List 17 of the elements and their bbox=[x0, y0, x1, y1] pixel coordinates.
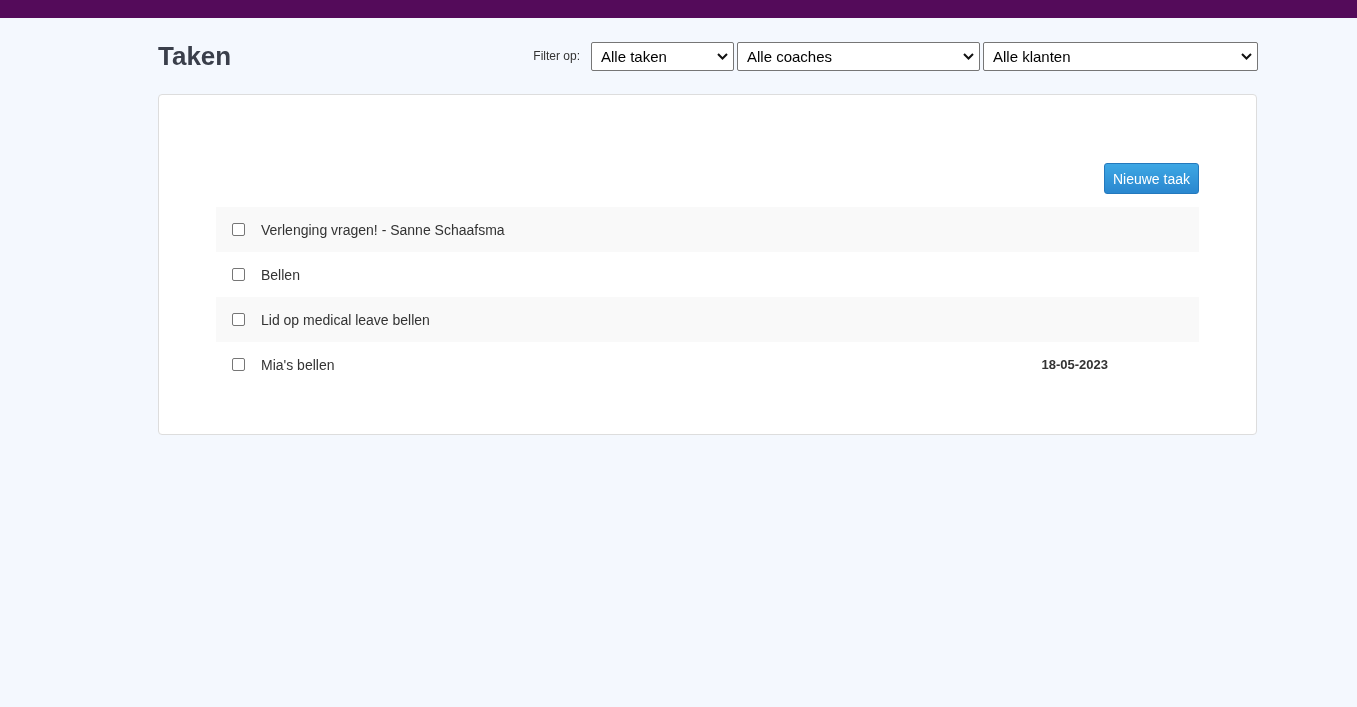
due-date: 18-05-2023 bbox=[1041, 357, 1108, 372]
chevron-icon bbox=[717, 52, 728, 60]
task-title: Bellen bbox=[261, 266, 301, 283]
task-checkbox[interactable] bbox=[232, 358, 245, 371]
task-checkbox[interactable] bbox=[232, 268, 245, 281]
filter-dropdown[interactable]: Alle coaches bbox=[737, 41, 980, 71]
chevron-icon bbox=[963, 52, 974, 60]
filter-label: Filter op: bbox=[533, 49, 580, 63]
filter-dropdown[interactable]: Alle klanten bbox=[983, 41, 1258, 71]
task-checkbox[interactable] bbox=[232, 223, 245, 236]
task-checkbox[interactable] bbox=[232, 313, 245, 326]
page-title: Taken bbox=[158, 40, 232, 72]
chevron-icon bbox=[1241, 52, 1252, 60]
task-title: Lid op medical leave bellen bbox=[261, 311, 431, 328]
task-title: Verlenging vragen! - Sanne Schaafsma bbox=[261, 221, 506, 238]
task-title: Mia's bellen bbox=[261, 356, 336, 373]
filter-dropdown[interactable]: Alle taken bbox=[591, 41, 734, 71]
